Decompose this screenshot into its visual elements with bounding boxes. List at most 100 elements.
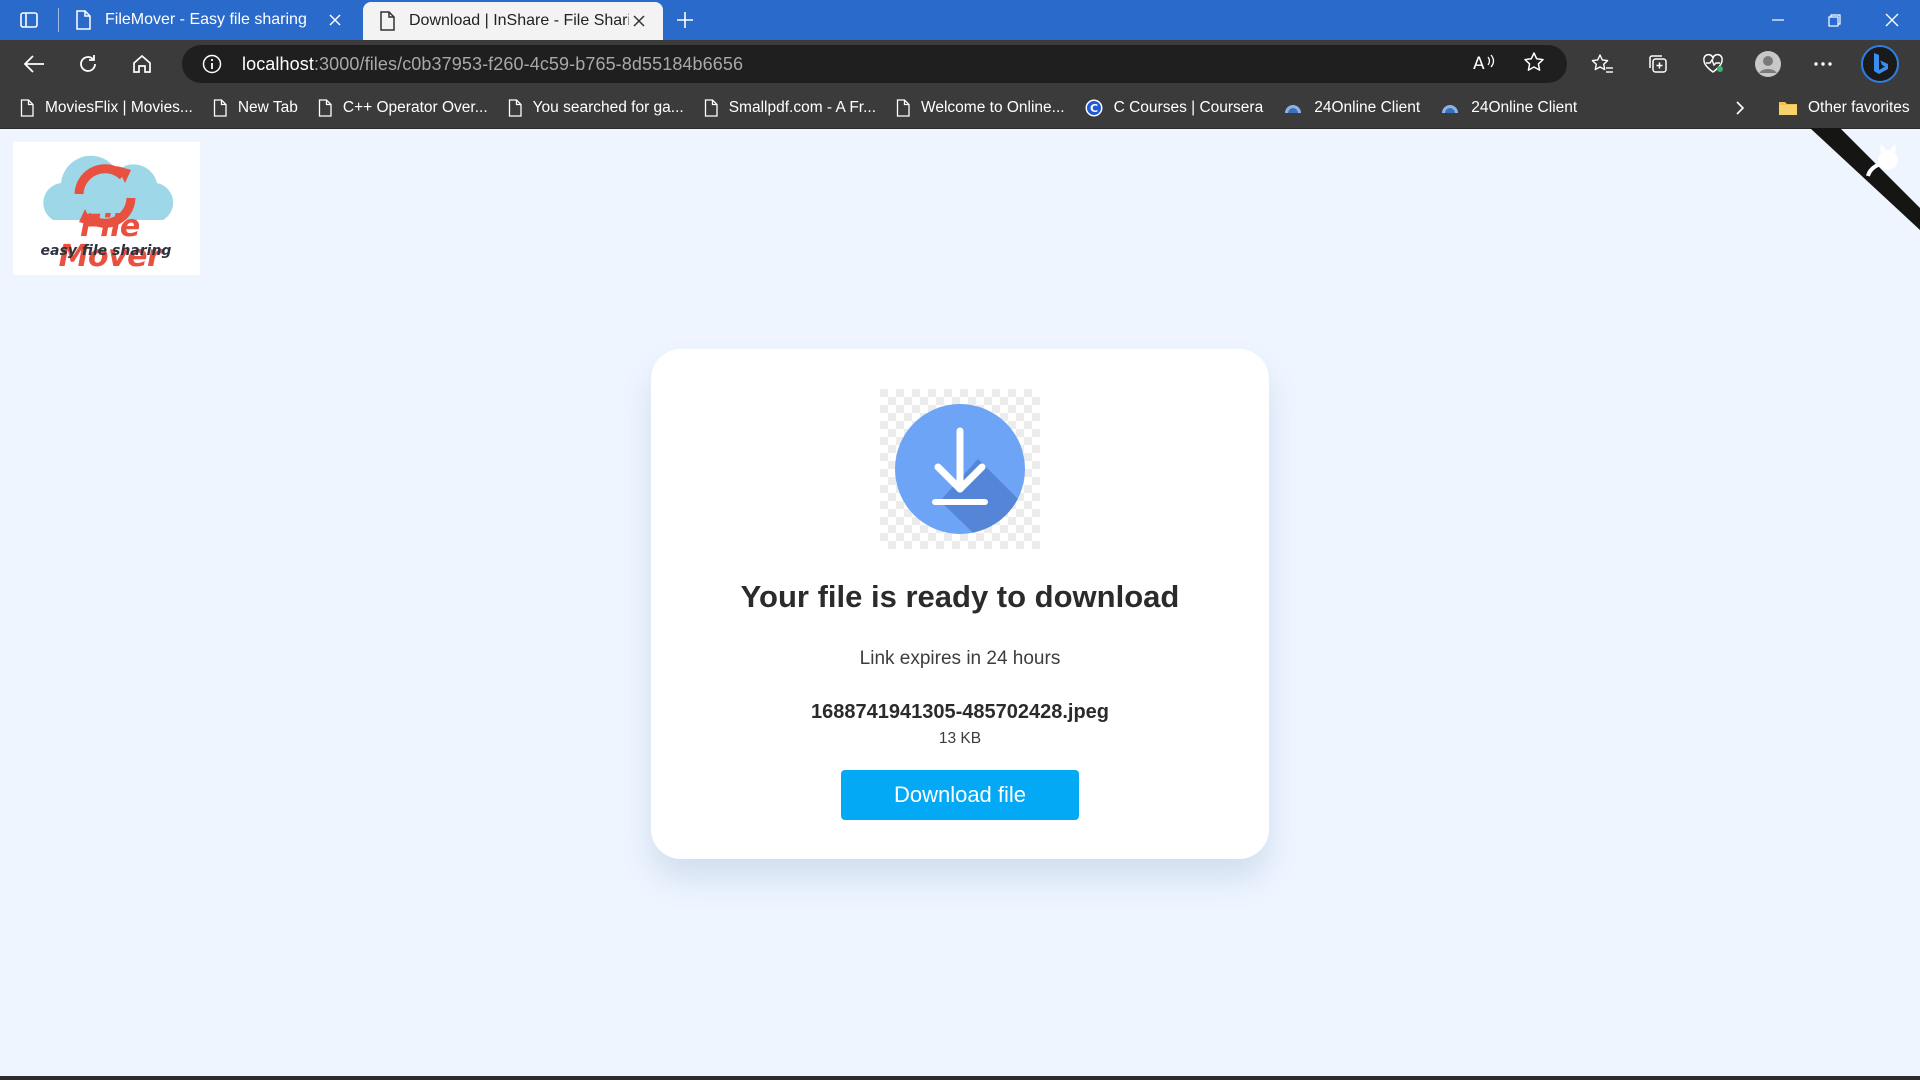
address-actions: A [1473, 45, 1545, 83]
more-options-button[interactable] [1795, 40, 1850, 88]
close-tab-button[interactable] [325, 10, 345, 30]
chevron-right-icon [1736, 101, 1745, 115]
page-icon [213, 99, 227, 117]
minimize-button[interactable] [1749, 0, 1806, 40]
page-icon [380, 11, 395, 31]
site-logo[interactable]: File Mover easy file sharing [13, 142, 200, 275]
back-button[interactable] [7, 40, 61, 88]
tab-filemover[interactable]: FileMover - Easy file sharing [59, 0, 359, 40]
bookmark-label: 24Online Client [1314, 99, 1421, 116]
folder-icon [1779, 102, 1797, 115]
home-icon [133, 54, 151, 73]
expiry-notice: Link expires in 24 hours [859, 648, 1061, 669]
bookmark-label: Other favorites [1808, 99, 1910, 116]
bookmark-label: You searched for ga... [532, 99, 684, 116]
bookmark-label: New Tab [237, 99, 298, 116]
window-controls [1749, 0, 1920, 40]
read-aloud-icon: A [1473, 54, 1495, 74]
bookmark-item[interactable]: Welcome to Online... [896, 99, 1065, 117]
browser-toolbar: localhost:3000/files/c0b37953-f260-4c59-… [0, 40, 1920, 88]
bookmark-item[interactable]: C++ Operator Over... [318, 99, 488, 117]
tab-title: FileMover - Easy file sharing [105, 11, 307, 28]
url-path: :3000/files/c0b37953-f260-4c59-b765-8d55… [313, 53, 744, 74]
bookmark-item[interactable]: You searched for ga... [508, 99, 684, 117]
tab-title: Download | InShare - File Sharing [409, 12, 629, 29]
bookmarks-bar: MoviesFlix | Movies... New Tab C++ Opera… [0, 88, 1920, 128]
copilot-button[interactable] [1850, 40, 1910, 88]
svg-text:A: A [1473, 54, 1485, 72]
page-icon [76, 10, 91, 30]
bookmark-label: 24Online Client [1471, 99, 1578, 116]
cloud-icon [1442, 105, 1459, 113]
restore-button[interactable] [1806, 0, 1863, 40]
tab-actions-icon [20, 12, 38, 28]
github-octocat-icon [1810, 128, 1920, 230]
close-window-button[interactable] [1863, 0, 1920, 40]
bookmark-label: MoviesFlix | Movies... [45, 99, 193, 116]
page-title: Your file is ready to download [740, 579, 1180, 614]
add-favorite-button[interactable] [1523, 51, 1545, 78]
page-icon [508, 99, 522, 117]
url-host: localhost [242, 53, 314, 74]
download-file-button[interactable]: Download file [841, 770, 1079, 820]
browser-essentials-button[interactable] [1685, 40, 1740, 88]
browser-titlebar: FileMover - Easy file sharing Download |… [0, 0, 1920, 40]
other-favorites-folder[interactable]: Other favorites [1778, 88, 1910, 128]
home-button[interactable] [115, 40, 169, 88]
logo-name: File Mover [58, 209, 162, 274]
tab-actions-button[interactable] [0, 0, 58, 40]
favorites-button[interactable] [1575, 40, 1630, 88]
bookmark-label: Smallpdf.com - A Fr... [728, 99, 877, 116]
file-name: 1688741941305-485702428.jpeg [810, 701, 1110, 723]
close-icon [633, 15, 645, 27]
download-card: Your file is ready to download Link expi… [651, 349, 1269, 859]
back-arrow-icon [23, 55, 44, 73]
star-icon [1524, 51, 1544, 71]
bing-icon [1861, 45, 1899, 83]
svg-text:C: C [1090, 102, 1098, 115]
url-text[interactable]: localhost:3000/files/c0b37953-f260-4c59-… [242, 54, 743, 75]
page-icon [318, 99, 332, 117]
browser-chrome-divider [0, 128, 1920, 129]
plus-icon [677, 12, 693, 28]
read-aloud-button[interactable]: A [1473, 52, 1497, 77]
more-bookmarks-button[interactable] [1735, 88, 1745, 128]
new-tab-button[interactable] [663, 0, 707, 40]
refresh-button[interactable] [61, 40, 115, 88]
bookmark-item[interactable]: MoviesFlix | Movies... [20, 99, 193, 117]
avatar-icon [1754, 51, 1781, 77]
bookmark-item[interactable]: C C Courses | Coursera [1085, 99, 1264, 117]
logo-tagline: easy file sharing [40, 243, 172, 259]
file-size: 13 KB [938, 730, 982, 747]
favorites-icon [1591, 54, 1613, 73]
heart-pulse-icon [1702, 53, 1723, 73]
profile-button[interactable] [1740, 40, 1795, 88]
bookmark-item[interactable]: 24Online Client [1440, 99, 1577, 117]
address-bar[interactable]: localhost:3000/files/c0b37953-f260-4c59-… [182, 45, 1567, 83]
coursera-icon: C [1085, 99, 1103, 117]
bookmark-item[interactable]: Smallpdf.com - A Fr... [704, 99, 876, 117]
download-icon [880, 389, 1040, 549]
bookmark-label: C++ Operator Over... [342, 99, 488, 116]
close-icon [329, 14, 341, 26]
bookmark-item[interactable]: New Tab [213, 99, 298, 117]
close-icon [1885, 13, 1898, 27]
bookmark-label: C Courses | Coursera [1113, 99, 1264, 116]
toolbar-actions [1575, 40, 1910, 88]
collections-icon [1648, 55, 1667, 73]
refresh-icon [80, 55, 96, 72]
cloud-icon [1285, 105, 1302, 113]
info-icon [202, 54, 222, 74]
bookmark-item[interactable]: 24Online Client [1283, 99, 1420, 117]
collections-button[interactable] [1630, 40, 1685, 88]
close-tab-button[interactable] [629, 11, 649, 31]
site-info-button[interactable] [182, 54, 242, 74]
bookmark-label: Welcome to Online... [921, 99, 1065, 116]
page-icon [704, 99, 718, 117]
tab-download[interactable]: Download | InShare - File Sharing [363, 2, 663, 40]
github-corner-link[interactable] [1810, 128, 1920, 230]
ellipsis-icon [1813, 62, 1832, 66]
page-icon [20, 99, 34, 117]
bottom-edge [0, 1076, 1920, 1080]
restore-icon [1828, 13, 1841, 27]
